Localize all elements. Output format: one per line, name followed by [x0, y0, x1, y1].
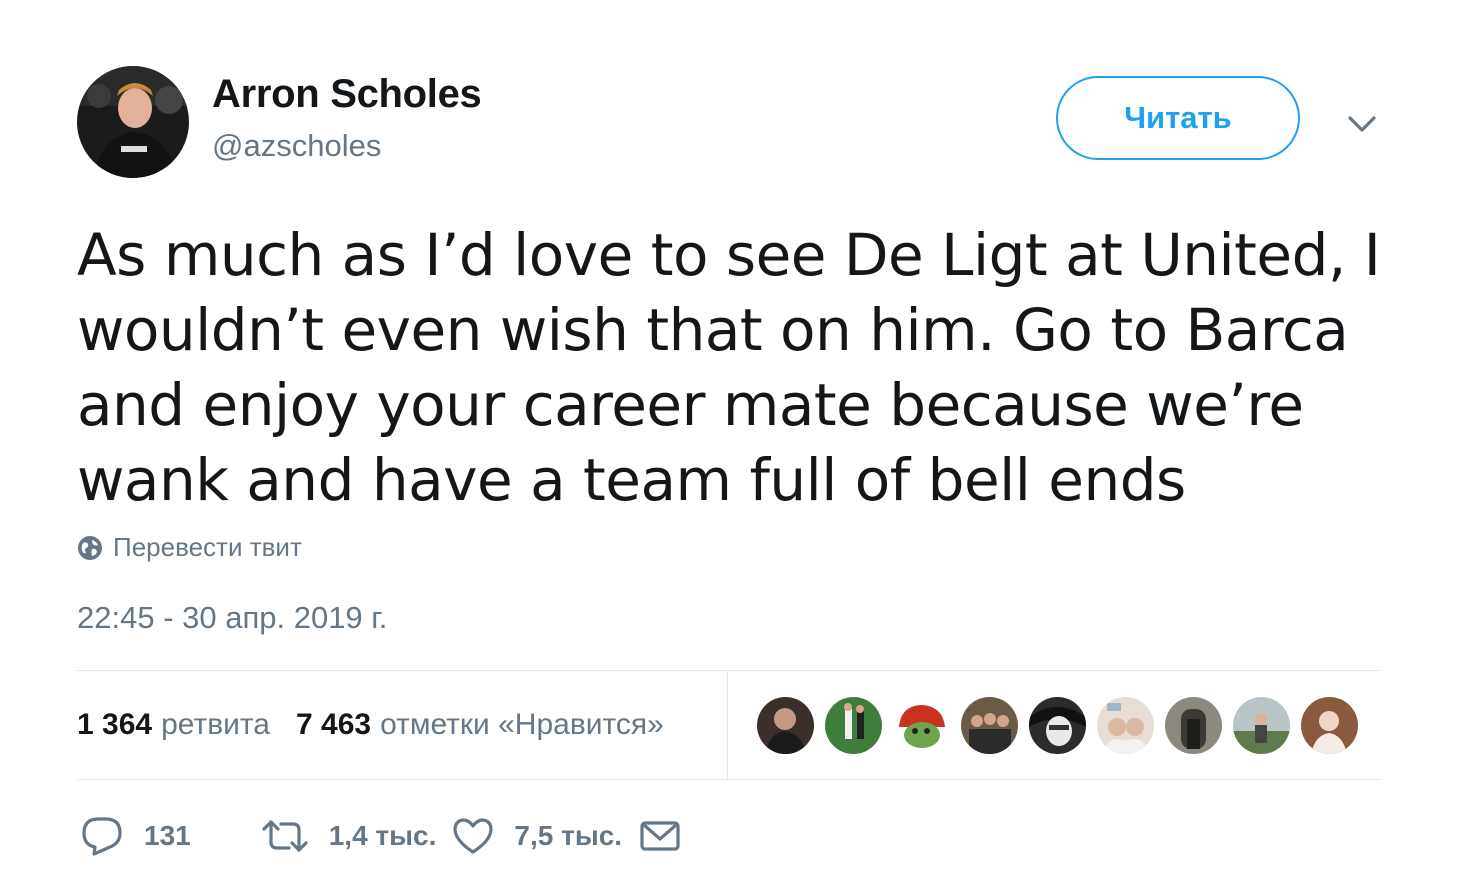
liker-avatar-6-icon [1097, 697, 1154, 754]
tweet-actions: 131 1,4 тыс. 7,5 тыс. [80, 812, 680, 860]
like-count: 7,5 тыс. [514, 820, 623, 851]
retweet-icon [262, 820, 308, 852]
globe-icon [78, 535, 102, 560]
likes-stat[interactable]: 7 463 отметки «Нравится» [296, 708, 664, 742]
chevron-down-icon[interactable] [1344, 110, 1380, 138]
author-handle[interactable]: @azscholes [212, 128, 381, 164]
liker-avatar-1[interactable] [757, 697, 814, 754]
tweet-stats: 1 364 ретвита 7 463 отметки «Нравится» [77, 703, 664, 747]
liker-avatar-6[interactable] [1097, 697, 1154, 754]
stats-divider [727, 670, 728, 780]
tweet-timestamp[interactable]: 22:45 - 30 апр. 2019 г. [77, 600, 387, 636]
follow-button[interactable]: Читать [1056, 76, 1300, 160]
liker-avatars [757, 697, 1358, 754]
retweets-stat[interactable]: 1 364 ретвита [77, 708, 270, 742]
translate-label: Перевести твит [113, 532, 302, 562]
liker-avatar-4[interactable] [961, 697, 1018, 754]
liker-avatar-4-icon [961, 697, 1018, 754]
liker-avatar-7-icon [1165, 697, 1222, 754]
retweets-label: ретвита [161, 708, 270, 741]
likes-label: отметки «Нравится» [380, 708, 664, 741]
retweets-count: 1 364 [77, 708, 153, 741]
retweet-count: 1,4 тыс. [328, 820, 437, 851]
liker-avatar-2[interactable] [825, 697, 882, 754]
liker-avatar-1-icon [757, 697, 814, 754]
divider-bottom [77, 779, 1380, 780]
liker-avatar-5-icon [1029, 697, 1086, 754]
divider-top [77, 670, 1380, 671]
translate-tweet-link[interactable]: Перевести твит [77, 532, 302, 563]
retweet-action[interactable]: 1,4 тыс. [261, 818, 437, 854]
liker-avatar-3[interactable] [893, 697, 950, 754]
reply-count: 131 [144, 820, 191, 851]
liker-avatar-9[interactable] [1301, 697, 1358, 754]
reply-action[interactable]: 131 [80, 816, 191, 856]
liker-avatar-8-icon [1233, 697, 1290, 754]
author-avatar[interactable] [77, 66, 189, 178]
liker-avatar-9-icon [1301, 697, 1358, 754]
liker-avatar-3-icon [893, 697, 950, 754]
author-name[interactable]: Arron Scholes [212, 72, 482, 117]
user-avatar-photo [77, 66, 189, 178]
likes-count: 7 463 [295, 708, 372, 741]
reply-icon [82, 817, 122, 856]
liker-avatar-2-icon [825, 697, 882, 754]
direct-message-icon [640, 821, 680, 851]
liker-avatar-8[interactable] [1233, 697, 1290, 754]
like-action[interactable]: 7,5 тыс. [452, 817, 622, 855]
tweet-text: As much as I’d love to see De Ligt at Un… [77, 221, 1381, 514]
liker-avatar-7[interactable] [1165, 697, 1222, 754]
heart-icon [453, 818, 494, 854]
liker-avatar-5[interactable] [1029, 697, 1086, 754]
direct-message-action[interactable] [640, 820, 680, 852]
